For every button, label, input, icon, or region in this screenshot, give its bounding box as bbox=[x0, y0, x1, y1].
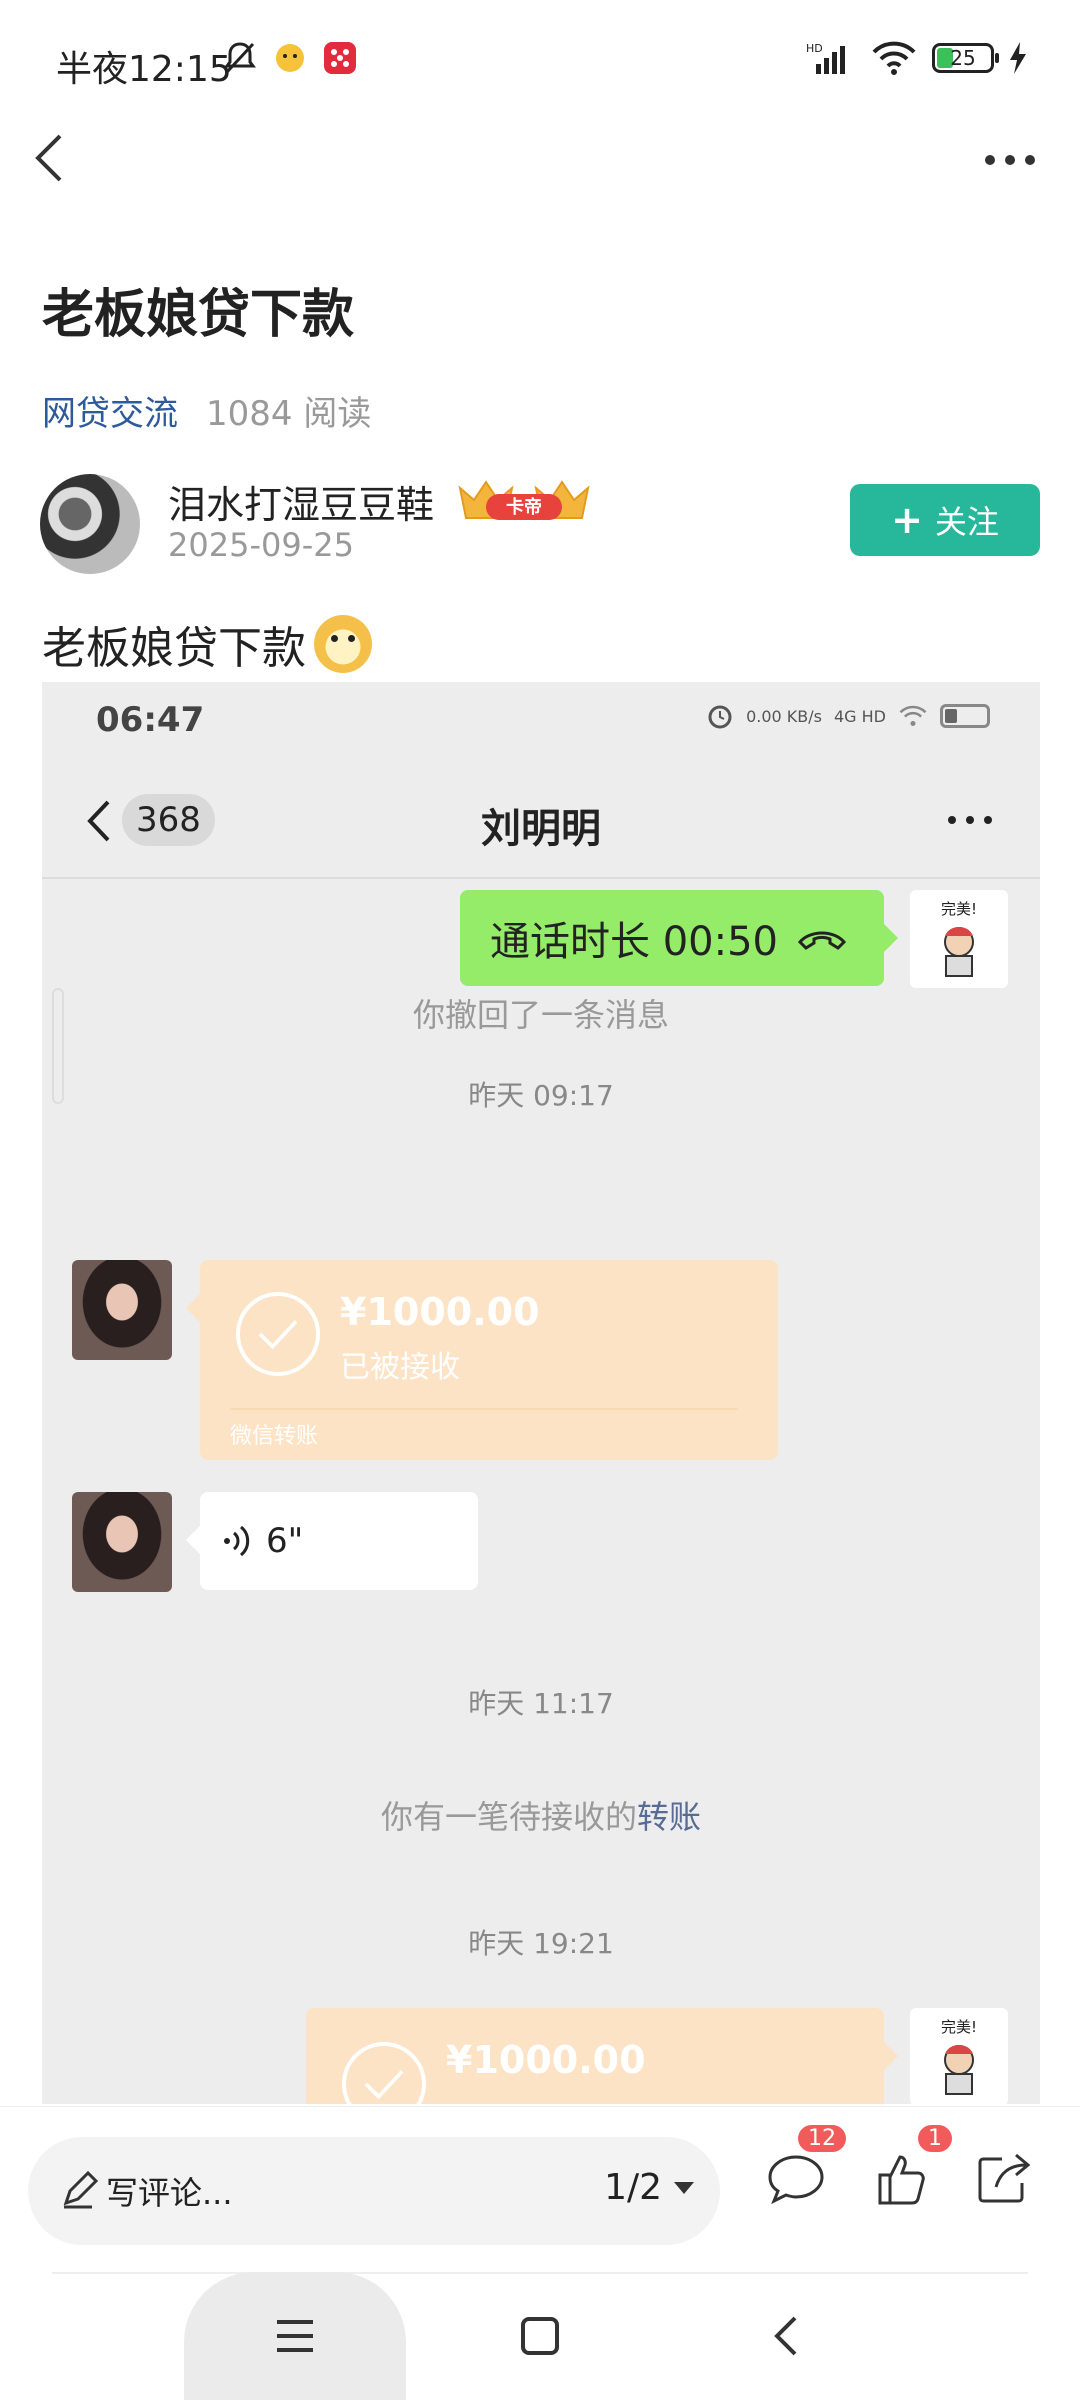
comment-input[interactable]: 写评论... 1/2 bbox=[28, 2137, 720, 2245]
contact-avatar bbox=[72, 1492, 172, 1592]
system-back-button[interactable] bbox=[746, 2272, 826, 2400]
status-notif-icons bbox=[222, 40, 358, 76]
transfer-divider bbox=[230, 1408, 738, 1410]
caret-down-icon bbox=[674, 2181, 694, 2194]
timestamp-1: 昨天 09:17 bbox=[468, 1079, 614, 1112]
like-count-badge: 1 bbox=[918, 2125, 952, 2152]
screenshot-status-bar: 06:47 0.00 KB/s 4G HD bbox=[42, 682, 1040, 756]
back-icon[interactable] bbox=[22, 128, 82, 188]
post-body-text: 老板娘贷下款 bbox=[42, 623, 306, 674]
sticker-text: 完美! bbox=[941, 900, 977, 918]
page-title: 老板娘贷下款 bbox=[42, 285, 355, 345]
transfer-bubble: ¥1000.00 已被接收 微信转账 bbox=[186, 1260, 778, 1460]
recent-apps-button[interactable] bbox=[184, 2272, 406, 2400]
system-nav-bar bbox=[0, 2272, 1080, 2400]
share-button[interactable] bbox=[972, 2149, 1036, 2209]
follow-label: 关注 bbox=[934, 503, 999, 541]
comments-button[interactable]: 12 bbox=[764, 2125, 846, 2209]
author-row: 泪水打湿豆豆鞋 卡帝 2025-09-25 + 关注 bbox=[40, 474, 1040, 584]
status-bar: 半夜12:15 HD 25 bbox=[0, 0, 1080, 130]
back-chevron-icon bbox=[774, 2316, 797, 2356]
pencil-icon bbox=[63, 2171, 98, 2209]
thumbs-up-icon bbox=[878, 2155, 925, 2205]
my-sticker-avatar: 完美! bbox=[910, 890, 1008, 988]
app-notif-yellow-icon bbox=[276, 44, 304, 72]
screenshot-time: 06:47 bbox=[96, 700, 205, 740]
battery-level: 25 bbox=[950, 46, 976, 70]
chat-contact-name: 刘明明 bbox=[481, 806, 601, 852]
status-system-icons: HD 25 bbox=[806, 40, 1028, 76]
my-sticker-avatar: 完美! bbox=[910, 2008, 1008, 2104]
bell-muted-icon bbox=[224, 42, 256, 74]
read-count: 1084 阅读 bbox=[206, 394, 372, 434]
more-options-icon[interactable] bbox=[980, 140, 1040, 180]
author-avatar[interactable] bbox=[40, 474, 140, 574]
comment-bubble-icon bbox=[768, 2155, 824, 2205]
call-duration-bubble: 通话时长 00:50 bbox=[460, 890, 898, 986]
network-type: 4G HD bbox=[833, 706, 886, 726]
follow-button[interactable]: + 关注 bbox=[850, 484, 1040, 556]
sticker-face-icon: 完美! bbox=[941, 900, 977, 977]
transfer-amount-2: ¥1000.00 bbox=[446, 2038, 646, 2082]
voice-length: 6" bbox=[266, 1521, 304, 1561]
home-square-icon bbox=[521, 2317, 559, 2355]
menu-icon bbox=[277, 2320, 313, 2352]
transfer-status: 已被接收 bbox=[340, 1350, 460, 1385]
voice-wave-icon bbox=[224, 1525, 250, 1557]
check-circle-icon bbox=[342, 2042, 426, 2104]
like-button[interactable]: 1 bbox=[870, 2125, 952, 2209]
alarm-icon bbox=[708, 705, 732, 729]
home-button[interactable] bbox=[500, 2272, 580, 2400]
timestamp-3: 昨天 19:21 bbox=[468, 1927, 614, 1960]
screenshot-status-icons: 0.00 KB/s 4G HD bbox=[706, 702, 990, 730]
chat-more-icon bbox=[948, 816, 992, 824]
chat-screenshot-image[interactable]: 06:47 0.00 KB/s 4G HD 368 刘明明 通话时长 00:50… bbox=[42, 682, 1040, 2104]
phone-hangup-icon bbox=[797, 931, 847, 950]
wifi-icon bbox=[872, 41, 916, 75]
battery-icon: 25 bbox=[932, 43, 999, 73]
check-circle-icon bbox=[236, 1292, 320, 1376]
charging-icon bbox=[1010, 42, 1026, 74]
pending-text: 你有一笔待接收的 bbox=[380, 1798, 637, 1836]
pending-transfer-notice: 你有一笔待接收的转账 bbox=[42, 1792, 1040, 1838]
author-badge-label: 卡帝 bbox=[506, 496, 542, 518]
author-name[interactable]: 泪水打湿豆豆鞋 bbox=[168, 474, 434, 529]
svg-text:HD: HD bbox=[806, 42, 823, 55]
app-notif-red-icon bbox=[324, 42, 356, 74]
crown-badge-icon: 卡帝 bbox=[458, 480, 590, 520]
sticker-text: 完美! bbox=[941, 2018, 977, 2036]
comment-count-badge: 12 bbox=[798, 2125, 846, 2152]
timestamp-2: 昨天 11:17 bbox=[468, 1687, 614, 1720]
page-indicator-text: 1/2 bbox=[604, 2167, 662, 2208]
signal-icon: HD bbox=[806, 42, 845, 74]
share-icon bbox=[978, 2153, 1031, 2203]
plus-icon: + bbox=[891, 498, 923, 542]
post-body: 老板娘贷下款 bbox=[42, 612, 372, 676]
chat-divider bbox=[42, 877, 1040, 879]
emoji-doge-icon bbox=[314, 615, 372, 673]
wifi-icon bbox=[899, 705, 927, 726]
transfer-amount: ¥1000.00 bbox=[340, 1290, 540, 1334]
battery-icon bbox=[940, 704, 990, 728]
net-speed: 0.00 KB/s bbox=[746, 706, 822, 726]
status-time: 半夜12:15 bbox=[56, 49, 232, 90]
category-link[interactable]: 网贷交流 bbox=[42, 386, 178, 435]
call-duration-text: 通话时长 00:50 bbox=[490, 919, 778, 965]
voice-message-bubble: 6" bbox=[186, 1492, 478, 1590]
pending-transfer-link: 转账 bbox=[637, 1798, 702, 1836]
transfer-bubble-2: ¥1000.00 bbox=[306, 2008, 898, 2104]
chat-header: 368 刘明明 bbox=[42, 782, 1040, 860]
post-date: 2025-09-25 bbox=[168, 526, 354, 564]
article-meta: 网贷交流 1084 阅读 bbox=[42, 386, 371, 435]
sticker-face-icon: 完美! bbox=[941, 2018, 977, 2095]
transfer-footer: 微信转账 bbox=[230, 1424, 319, 1449]
bottom-action-bar: 写评论... 1/2 12 1 bbox=[0, 2106, 1080, 2296]
contact-avatar bbox=[72, 1260, 172, 1360]
page-indicator[interactable]: 1/2 bbox=[604, 2167, 696, 2208]
comment-placeholder: 写评论... bbox=[106, 2174, 233, 2212]
recalled-notice: 你撤回了一条消息 bbox=[412, 996, 669, 1034]
